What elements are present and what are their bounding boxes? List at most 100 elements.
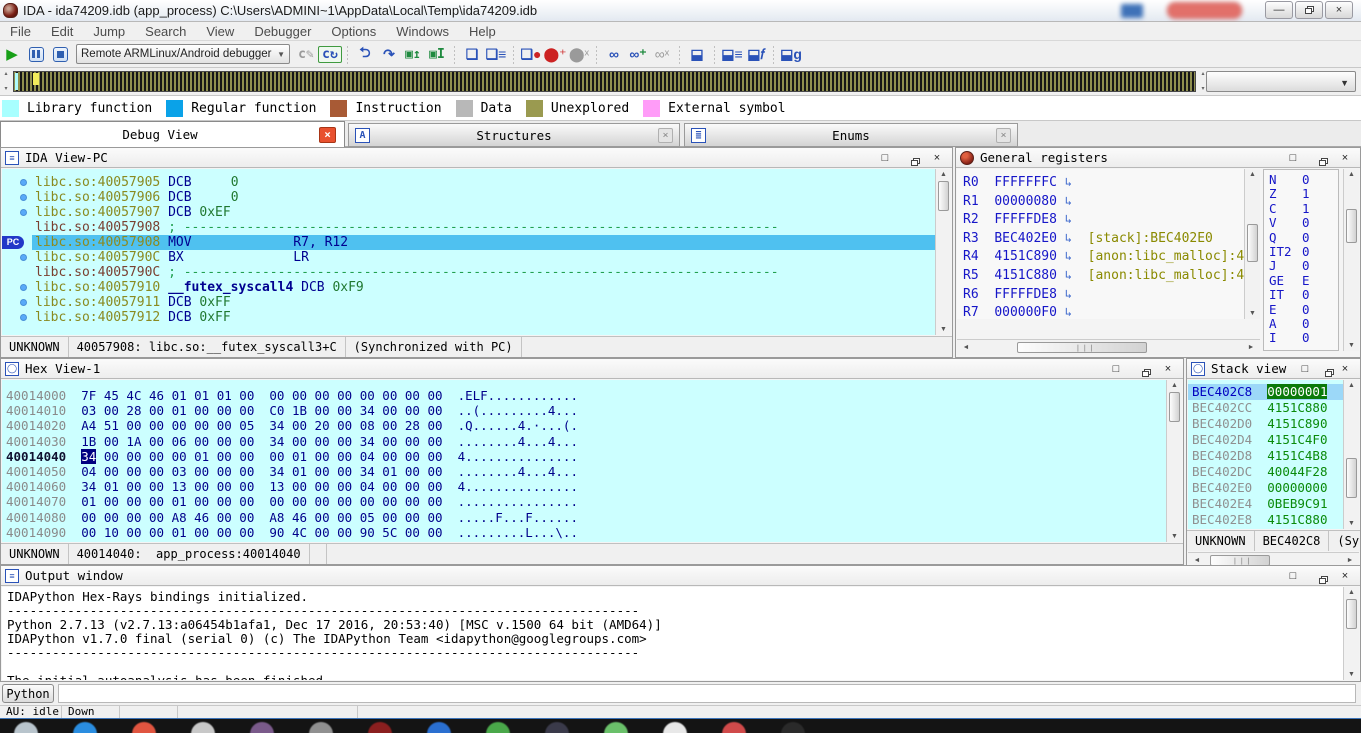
disasm-line[interactable]: libc.so:4005790C ; ---------------------… [2,265,935,280]
flag-row[interactable]: J0 [1269,259,1310,273]
disasm-line[interactable]: libc.so:40057906 DCB 0 [2,190,935,205]
disasm-line[interactable]: libc.so:40057911 DCB 0xFF [2,295,935,310]
address-dot[interactable] [20,194,27,201]
flag-row[interactable]: A0 [1269,317,1310,331]
register-row[interactable]: R5 4151C880 ↳ [anon:libc_malloc]:4151C88… [963,266,1244,285]
menu-item-debugger[interactable]: Debugger [244,24,321,39]
taskbar-icon[interactable] [663,722,687,733]
flag-row[interactable]: C1 [1269,201,1310,216]
hex-view-header[interactable]: ◯ Hex View-1 □ × [1,359,1183,379]
taskbar-icon[interactable] [368,722,392,733]
taskbar-icon[interactable] [14,722,38,733]
taskbar-icon[interactable] [427,722,451,733]
run-to-cursor-icon[interactable]: ▣I [425,43,449,65]
hex-row[interactable]: 40014020 A4 51 00 00 00 00 00 05 34 00 2… [6,418,578,433]
python-button[interactable]: Python [2,684,54,703]
maximize-icon[interactable]: □ [1109,363,1123,375]
navband-combo[interactable]: ▼ [1206,71,1356,92]
address-dot[interactable] [20,299,27,306]
stop-icon[interactable] [48,43,72,65]
menu-item-view[interactable]: View [196,24,244,39]
delete-breakpoint-icon[interactable]: ⬤ˣ [567,43,591,65]
close-icon[interactable]: × [1338,570,1352,582]
menu-item-help[interactable]: Help [459,24,506,39]
pause-icon[interactable] [24,43,48,65]
close-icon[interactable]: × [930,152,944,164]
address-dot[interactable] [20,254,27,261]
ida-vscrollbar[interactable]: ▲ ▼ [935,169,951,335]
hex-row[interactable]: 40014010 03 00 28 00 01 00 00 00 C0 1B 0… [6,403,578,418]
tab-enums[interactable]: ≣ Enums × [684,123,1018,147]
maximize-icon[interactable]: □ [1286,570,1300,582]
flag-row[interactable]: IT 0 [1269,288,1310,302]
delete-watch-icon[interactable]: ∞ˣ [650,43,674,65]
flag-row[interactable]: E0 [1269,302,1310,317]
breakpoint-list-icon[interactable]: ❏● [519,43,543,65]
open-threads-window-icon[interactable]: ⬓≡ [720,43,744,65]
taskbar-icon[interactable] [545,722,569,733]
menu-item-windows[interactable]: Windows [386,24,459,39]
stack-row[interactable]: BEC402DC 40044F28 li [1188,464,1343,480]
hex-dump[interactable]: 40014000 7F 45 4C 46 01 01 01 00 00 00 0… [2,380,1166,542]
address-dot[interactable] [20,209,27,216]
add-breakpoint-icon[interactable]: ⬤⁺ [543,43,567,65]
stack-view-header[interactable]: ◯ Stack view □ × [1187,359,1360,379]
close-icon[interactable]: × [319,126,336,143]
close-icon[interactable]: × [1161,363,1175,375]
stack-row[interactable]: BEC402D0 4151C890 [a [1188,416,1343,432]
register-row[interactable]: R3 BEC402E0 ↳ [stack]:BEC402E0 [963,229,1213,248]
hex-row[interactable]: 40014070 01 00 00 00 01 00 00 00 00 00 0… [6,494,578,509]
flag-row[interactable]: I0 [1269,331,1310,345]
register-row[interactable]: R4 4151C890 ↳ [anon:libc_malloc]:4151C89… [963,247,1244,266]
disassembly-listing[interactable]: libc.so:40057905 DCB 0 libc.so:40057906 D… [2,169,935,335]
register-row[interactable]: R2 FFFFFDE8 ↳ [963,210,1072,229]
register-row[interactable]: R7 000000F0 ↳ [963,303,1072,319]
hex-row[interactable]: 40014050 04 00 00 00 03 00 00 00 34 01 0… [6,464,578,479]
output-window-header[interactable]: ≡ Output window □ × [1,566,1360,586]
disasm-line[interactable]: libc.so:40057912 DCB 0xFF [2,310,935,325]
add-watch-icon[interactable]: ∞⁺ [626,43,650,65]
address-dot[interactable] [20,314,27,321]
address-dot[interactable] [20,284,27,291]
maximize-icon[interactable]: □ [1298,363,1312,375]
run-until-return-icon[interactable]: ▣↥ [401,43,425,65]
debugger-combo[interactable]: Remote ARMLinux/Android debugger ▼ [76,44,290,64]
flag-row[interactable]: IT2 0 [1269,245,1310,259]
registers-header[interactable]: ● General registers □ × [956,148,1360,168]
hex-row[interactable]: 40014090 00 10 00 00 01 00 00 00 90 4C 0… [6,525,578,540]
hex-row[interactable]: 40014000 7F 45 4C 46 01 01 01 00 00 00 0… [6,388,578,403]
stack-row[interactable]: BEC402C8 00000001 [1188,384,1343,400]
maximize-icon[interactable]: □ [1286,152,1300,164]
stack-row[interactable]: BEC402CC 4151C880 [a [1188,400,1343,416]
disasm-line[interactable]: PC libc.so:40057908 MOV R7, R12 [2,235,935,250]
stack-list[interactable]: BEC402C8 00000001BEC402CC 4151C880 [aBEC… [1188,380,1343,529]
output-vscrollbar[interactable]: ▲ ▼ [1343,587,1359,680]
continue-process-icon[interactable]: c↻ [318,43,342,65]
menu-item-edit[interactable]: Edit [41,24,83,39]
menu-item-file[interactable]: File [0,24,41,39]
open-modules-window-icon[interactable]: ⬓g [779,43,803,65]
flag-row[interactable]: Z1 [1269,187,1310,201]
taskbar-icon[interactable] [781,722,805,733]
stack-vscrollbar[interactable]: ▲ ▼ [1343,380,1359,529]
taskbar-icon[interactable] [309,722,333,733]
flag-row[interactable]: V0 [1269,216,1310,230]
disasm-line[interactable]: libc.so:40057907 DCB 0xEF [2,205,935,220]
register-row[interactable]: R6 FFFFFDE8 ↳ [963,285,1072,304]
navband-left-arrows[interactable]: ▴ ▾ [0,68,12,94]
output-log[interactable]: IDAPython Hex-Rays bindings initialized.… [2,587,1343,680]
stack-row[interactable]: BEC402E4 0BEB9C91 [1188,496,1343,512]
step-into-icon[interactable]: ⮌ [353,43,377,65]
step-over-icon[interactable]: ↷ [377,43,401,65]
navigation-band[interactable] [13,71,1196,92]
tab-debug-view[interactable]: Debug View × [0,121,345,147]
menu-item-jump[interactable]: Jump [83,24,135,39]
registers-hscrollbar[interactable]: ◄ ❘❘❘ ► [957,339,1260,355]
stack-row[interactable]: BEC402E0 00000000 [1188,480,1343,496]
register-list[interactable]: R0 FFFFFFFC ↳ R1 00000080 ↳ R2 FFFFFDE8 ↳ R… [957,169,1244,319]
close-icon[interactable]: × [658,127,673,143]
register-row[interactable]: R0 FFFFFFFC ↳ [963,173,1072,192]
restore-button[interactable] [1295,1,1323,19]
register-row[interactable]: R1 00000080 ↳ [963,192,1072,211]
hex-vscrollbar[interactable]: ▲ ▼ [1166,380,1182,542]
